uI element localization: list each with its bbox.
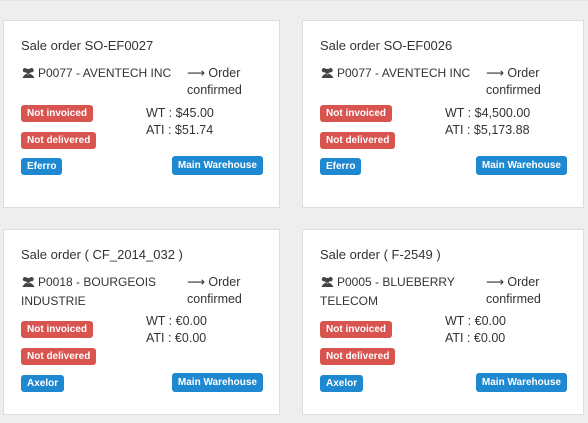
company-badge: Axelor: [320, 375, 364, 392]
arrow-right-icon: ⟶: [187, 66, 205, 80]
ati-amount: ATI : $51.74: [146, 123, 214, 137]
partner-name: P0018 - BOURGEOIS INDUSTRIE: [21, 274, 193, 310]
sale-order-title: Sale order ( F-2549 ): [320, 247, 441, 262]
order-status: ⟶ Order confirmed: [187, 65, 267, 99]
sale-order-title: Sale order SO-EF0027: [21, 38, 154, 53]
not-delivered-badge: Not delivered: [21, 132, 97, 149]
partner-name: P0077 - AVENTECH INC: [320, 65, 492, 84]
partner-label: P0077 - AVENTECH INC: [38, 66, 172, 80]
sale-order-card[interactable]: Sale order ( F-2549 ) P0005 - BLUEBERRY …: [302, 229, 584, 415]
not-delivered-badge: Not delivered: [21, 348, 97, 365]
partner-label: P0077 - AVENTECH INC: [337, 66, 471, 80]
company-badge: Axelor: [21, 375, 65, 392]
order-status: ⟶ Order confirmed: [486, 65, 566, 99]
partner-label: P0005 - BLUEBERRY TELECOM: [320, 275, 455, 308]
users-icon: [320, 276, 337, 293]
warehouse-badge: Main Warehouse: [171, 373, 263, 392]
not-delivered-badge: Not delivered: [320, 132, 396, 149]
wt-amount: WT : $4,500.00: [445, 106, 531, 120]
not-invoiced-badge: Not invoiced: [21, 321, 94, 338]
users-icon: [21, 67, 38, 84]
order-status: ⟶ Order confirmed: [187, 274, 267, 308]
sale-order-title: Sale order ( CF_2014_032 ): [21, 247, 183, 262]
sale-order-card[interactable]: Sale order SO-EF0026 P0077 - AVENTECH IN…: [302, 20, 584, 208]
arrow-right-icon: ⟶: [486, 275, 504, 289]
warehouse-badge: Main Warehouse: [171, 156, 263, 175]
warehouse-badge: Main Warehouse: [475, 156, 567, 175]
not-invoiced-badge: Not invoiced: [320, 321, 393, 338]
sale-order-title: Sale order SO-EF0026: [320, 38, 453, 53]
ati-amount: ATI : €0.00: [146, 331, 207, 345]
not-delivered-badge: Not delivered: [320, 348, 396, 365]
order-status: ⟶ Order confirmed: [486, 274, 566, 308]
sale-order-card[interactable]: Sale order SO-EF0027 P0077 - AVENTECH IN…: [3, 20, 280, 208]
wt-amount: WT : €0.00: [146, 314, 207, 328]
not-invoiced-badge: Not invoiced: [320, 105, 393, 122]
ati-amount: ATI : €0.00: [445, 331, 506, 345]
sale-order-card[interactable]: Sale order ( CF_2014_032 ) P0018 - BOURG…: [3, 229, 280, 415]
users-icon: [21, 276, 38, 293]
ati-amount: ATI : $5,173.88: [445, 123, 530, 137]
warehouse-badge: Main Warehouse: [475, 373, 567, 392]
not-invoiced-badge: Not invoiced: [21, 105, 94, 122]
arrow-right-icon: ⟶: [486, 66, 504, 80]
wt-amount: WT : €0.00: [445, 314, 506, 328]
company-badge: Eferro: [21, 158, 63, 175]
company-badge: Eferro: [320, 158, 362, 175]
arrow-right-icon: ⟶: [187, 275, 205, 289]
partner-label: P0018 - BOURGEOIS INDUSTRIE: [21, 275, 157, 308]
wt-amount: WT : $45.00: [146, 106, 214, 120]
partner-name: P0077 - AVENTECH INC: [21, 65, 193, 84]
partner-name: P0005 - BLUEBERRY TELECOM: [320, 274, 492, 310]
top-divider: [0, 0, 588, 1]
users-icon: [320, 67, 337, 84]
